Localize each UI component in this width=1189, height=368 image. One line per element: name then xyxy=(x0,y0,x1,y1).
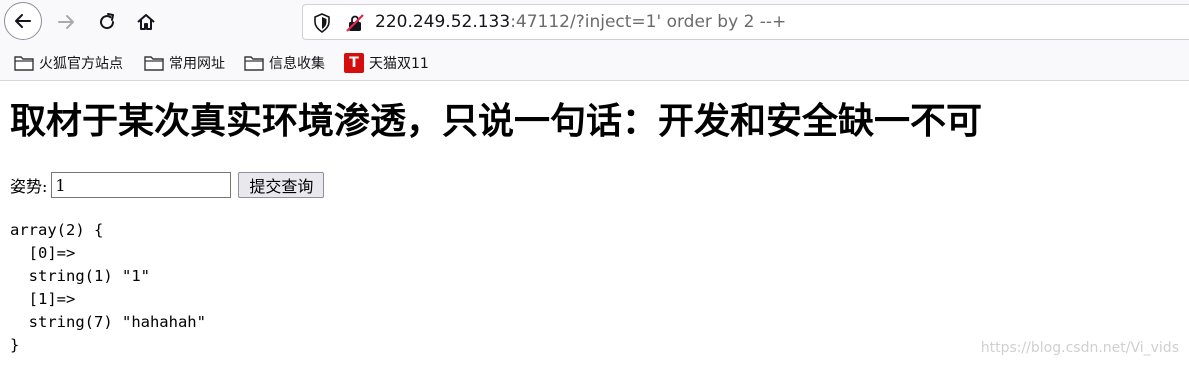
bookmark-firefox-official[interactable]: 火狐官方站点 xyxy=(14,52,123,74)
output-line: [0]=> xyxy=(10,244,76,262)
query-form: 姿势: 提交查询 xyxy=(10,172,325,198)
folder-icon xyxy=(244,55,264,71)
bookmark-tmall-double11[interactable]: T 天猫双11 xyxy=(344,52,429,74)
inject-input[interactable] xyxy=(51,172,232,198)
back-arrow-icon xyxy=(15,14,31,28)
page-heading: 取材于某次真实环境渗透，只说一句话：开发和安全缺一不可 xyxy=(10,101,983,142)
bookmark-info-gathering[interactable]: 信息收集 xyxy=(244,52,325,74)
submit-query-button[interactable]: 提交查询 xyxy=(238,172,325,198)
form-label: 姿势: xyxy=(10,177,48,196)
tmall-icon: T xyxy=(344,53,364,73)
output-line: string(7) "hahahah" xyxy=(10,313,206,331)
forward-button[interactable] xyxy=(48,4,84,40)
query-output: array(2) { [0]=> string(1) "1" [1]=> str… xyxy=(10,219,206,357)
reload-icon xyxy=(100,13,115,30)
back-button[interactable] xyxy=(4,2,42,40)
url-host: 220.249.52.133 xyxy=(375,12,511,32)
bookmark-label: 常用网址 xyxy=(169,56,225,72)
folder-icon xyxy=(144,55,164,71)
home-icon xyxy=(137,14,155,30)
output-line: } xyxy=(10,336,20,354)
url-path: :47112/?inject=1' order by 2 --+ xyxy=(510,12,787,32)
output-line: string(1) "1" xyxy=(10,267,150,285)
navigation-toolbar: 220.249.52.133:47112/?inject=1' order by… xyxy=(0,0,1189,44)
reload-button[interactable] xyxy=(89,4,125,40)
folder-icon xyxy=(14,55,34,71)
output-line: [1]=> xyxy=(10,290,76,308)
bookmark-label: 火狐官方站点 xyxy=(39,56,123,72)
forward-arrow-icon xyxy=(58,15,74,29)
bookmark-label: 天猫双11 xyxy=(369,56,429,72)
watermark: https://blog.csdn.net/Vi_vids xyxy=(980,340,1179,356)
bookmark-common-sites[interactable]: 常用网址 xyxy=(144,52,225,74)
tracking-protection-shield-icon[interactable] xyxy=(313,13,331,37)
bookmarks-toolbar: 火狐官方站点 常用网址 信息收集 T 天猫双11 xyxy=(0,44,1189,81)
bookmark-label: 信息收集 xyxy=(269,56,325,72)
home-button[interactable] xyxy=(128,4,164,40)
address-bar[interactable]: 220.249.52.133:47112/?inject=1' order by… xyxy=(302,4,1189,40)
output-line: array(2) { xyxy=(10,221,104,239)
url-text[interactable]: 220.249.52.133:47112/?inject=1' order by… xyxy=(375,12,786,32)
insecure-connection-icon[interactable] xyxy=(345,13,365,37)
